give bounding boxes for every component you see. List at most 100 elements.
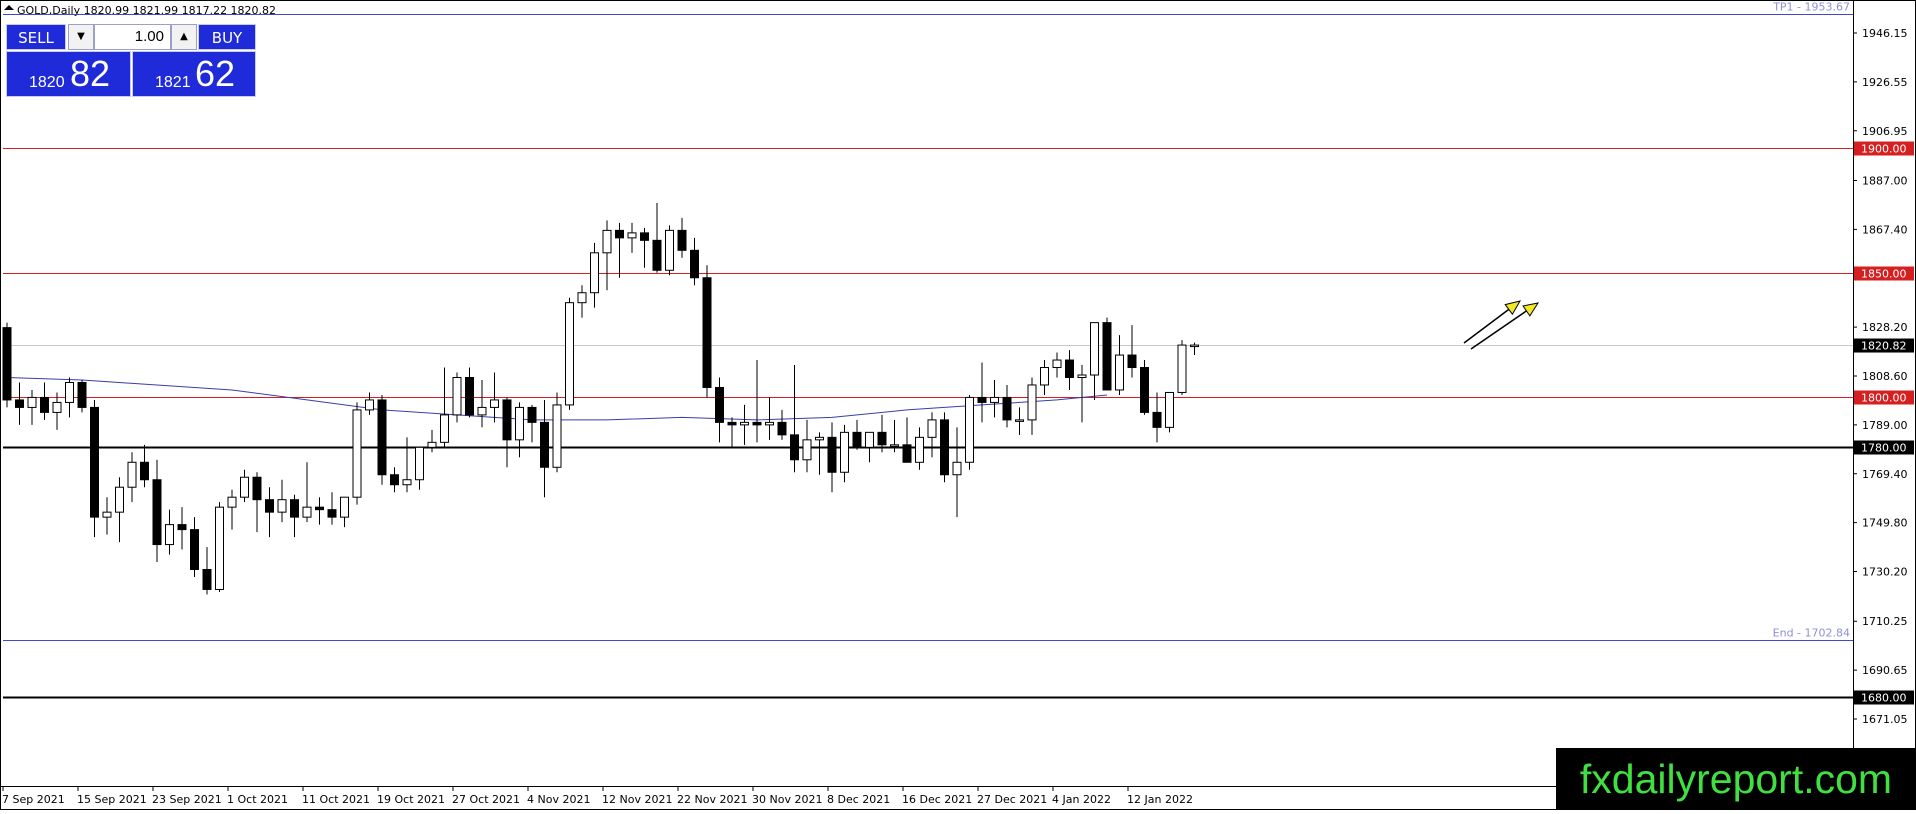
bearish-candle[interactable]: [527, 406, 537, 423]
bullish-candle[interactable]: [115, 486, 124, 513]
bearish-candle[interactable]: [702, 277, 712, 388]
bearish-candle[interactable]: [727, 421, 737, 426]
bullish-candle[interactable]: [1115, 354, 1124, 391]
bullish-candle[interactable]: [865, 431, 874, 448]
bullish-candle[interactable]: [65, 381, 74, 403]
bearish-candle[interactable]: [40, 396, 49, 413]
bullish-candle[interactable]: [590, 252, 599, 294]
bullish-candle[interactable]: [277, 499, 287, 513]
bullish-candle[interactable]: [1040, 367, 1049, 386]
bearish-candle[interactable]: [1140, 367, 1149, 413]
bullish-candle[interactable]: [915, 436, 924, 463]
bearish-candle[interactable]: [2, 327, 12, 401]
bearish-candle[interactable]: [252, 476, 262, 501]
bearish-candle[interactable]: [1102, 322, 1112, 391]
sell-price-button[interactable]: 1820 82: [6, 51, 131, 97]
bearish-candle[interactable]: [827, 436, 837, 473]
bullish-candle[interactable]: [415, 446, 424, 481]
bearish-candle[interactable]: [152, 479, 162, 546]
bearish-candle[interactable]: [177, 524, 187, 531]
bearish-candle[interactable]: [752, 421, 762, 426]
bullish-candle[interactable]: [1177, 344, 1187, 393]
bearish-candle[interactable]: [690, 249, 699, 279]
bearish-candle[interactable]: [140, 461, 149, 481]
buy-button[interactable]: BUY: [198, 24, 256, 50]
bearish-candle[interactable]: [377, 399, 387, 476]
bullish-candle[interactable]: [165, 524, 174, 546]
bearish-candle[interactable]: [852, 431, 862, 448]
bullish-candle[interactable]: [340, 496, 349, 518]
bullish-candle[interactable]: [352, 409, 362, 498]
bullish-candle[interactable]: [227, 496, 237, 508]
bearish-candle[interactable]: [290, 499, 299, 518]
lot-size-input[interactable]: 1.00: [94, 24, 171, 50]
bullish-candle[interactable]: [740, 421, 749, 426]
bullish-candle[interactable]: [452, 376, 462, 416]
bullish-candle[interactable]: [890, 444, 899, 447]
bearish-candle[interactable]: [315, 506, 324, 511]
bullish-candle[interactable]: [427, 441, 437, 448]
bullish-candle[interactable]: [1027, 384, 1037, 421]
bearish-candle[interactable]: [790, 434, 799, 461]
bearish-candle[interactable]: [940, 419, 949, 476]
bullish-candle[interactable]: [565, 302, 574, 406]
bullish-candle[interactable]: [440, 414, 449, 443]
bullish-candle[interactable]: [515, 406, 524, 441]
buy-price-button[interactable]: 1821 62: [132, 51, 256, 97]
bearish-candle[interactable]: [640, 232, 649, 241]
bullish-candle[interactable]: [127, 461, 137, 488]
bearish-candle[interactable]: [1152, 411, 1162, 428]
bullish-candle[interactable]: [1090, 322, 1099, 376]
bullish-candle[interactable]: [665, 229, 674, 271]
bullish-candle[interactable]: [627, 232, 637, 239]
bearish-candle[interactable]: [877, 431, 887, 446]
bullish-candle[interactable]: [990, 396, 999, 403]
bullish-candle[interactable]: [552, 404, 562, 468]
bearish-candle[interactable]: [652, 239, 662, 271]
bullish-candle[interactable]: [1077, 374, 1087, 378]
bearish-candle[interactable]: [977, 396, 987, 403]
bearish-candle[interactable]: [265, 499, 274, 513]
bearish-candle[interactable]: [715, 386, 724, 423]
bullish-candle[interactable]: [815, 436, 824, 441]
lot-decrease-button[interactable]: ▼: [68, 24, 94, 50]
bearish-candle[interactable]: [1065, 359, 1074, 378]
bearish-candle[interactable]: [677, 229, 687, 251]
candlestick-chart[interactable]: GOLD,Daily 1820.99 1821.99 1817.22 1820.…: [0, 0, 1916, 810]
bullish-candle[interactable]: [490, 399, 499, 408]
bullish-candle[interactable]: [965, 396, 974, 463]
bearish-candle[interactable]: [15, 399, 24, 408]
bearish-candle[interactable]: [77, 381, 87, 408]
bullish-candle[interactable]: [1190, 344, 1199, 348]
bullish-candle[interactable]: [577, 292, 587, 304]
bearish-candle[interactable]: [1127, 354, 1137, 369]
bullish-candle[interactable]: [765, 421, 774, 426]
bullish-candle[interactable]: [952, 461, 962, 476]
bullish-candle[interactable]: [602, 229, 612, 254]
bullish-candle[interactable]: [927, 419, 937, 438]
lot-increase-button[interactable]: ▲: [171, 24, 197, 50]
bearish-candle[interactable]: [902, 444, 912, 463]
bullish-candle[interactable]: [102, 511, 112, 518]
bullish-candle[interactable]: [1052, 359, 1062, 369]
bullish-candle[interactable]: [27, 396, 37, 408]
bullish-candle[interactable]: [802, 439, 812, 461]
bullish-candle[interactable]: [1015, 419, 1024, 422]
bullish-candle[interactable]: [1165, 391, 1174, 428]
bullish-candle[interactable]: [365, 399, 374, 411]
bearish-candle[interactable]: [615, 229, 624, 239]
bearish-candle[interactable]: [327, 509, 337, 518]
sell-button[interactable]: SELL: [6, 24, 66, 50]
bearish-candle[interactable]: [502, 399, 512, 441]
bullish-candle[interactable]: [302, 506, 312, 518]
bearish-candle[interactable]: [777, 421, 787, 436]
bearish-candle[interactable]: [202, 569, 212, 590]
bullish-candle[interactable]: [52, 401, 62, 413]
bullish-candle[interactable]: [840, 431, 849, 473]
bearish-candle[interactable]: [1002, 396, 1012, 421]
bearish-candle[interactable]: [190, 529, 199, 571]
bullish-candle[interactable]: [477, 406, 487, 416]
bearish-candle[interactable]: [90, 406, 99, 518]
bearish-candle[interactable]: [465, 376, 474, 416]
bullish-candle[interactable]: [215, 506, 224, 590]
